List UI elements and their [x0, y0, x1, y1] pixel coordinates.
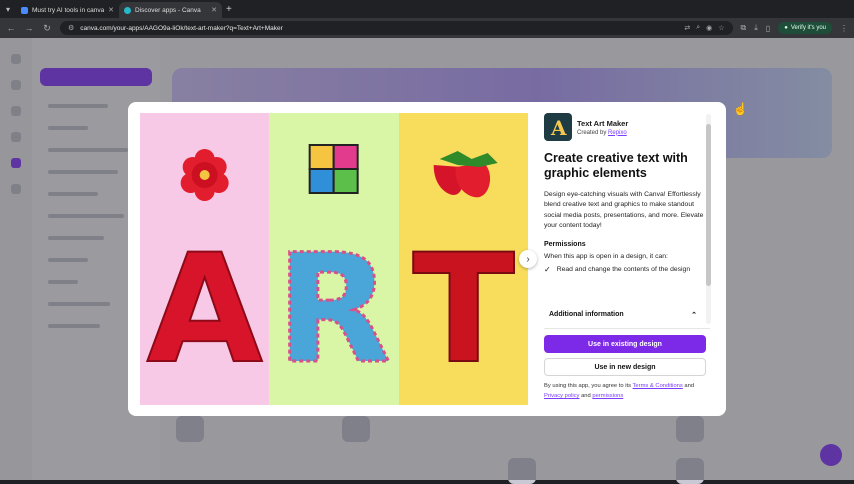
extensions-icon[interactable]: ⧉ — [741, 23, 747, 33]
verify-profile-button[interactable]: ● Verify it's you — [778, 22, 832, 34]
permissions-heading: Permissions — [544, 240, 586, 248]
tab-favicon-icon — [21, 6, 28, 14]
additional-info-label: Additional information — [549, 311, 624, 318]
back-icon[interactable]: ← — [6, 23, 16, 33]
zoom-icon[interactable]: ⌕ — [696, 24, 700, 32]
letter-a: A — [147, 223, 263, 397]
browser-tab-2[interactable]: Discover apps - Canva ✕ — [119, 2, 222, 18]
permission-text: Read and change the contents of the desi… — [556, 265, 691, 273]
url-text[interactable]: canva.com/your-apps/AAGO9a-liOk/text-art… — [80, 25, 678, 32]
letter-r: R — [276, 223, 392, 397]
download-icon[interactable]: ⤓ — [754, 23, 758, 33]
close-tab-icon[interactable]: ✕ — [211, 6, 217, 14]
terms-link[interactable]: Terms & Conditions — [633, 383, 683, 389]
bookmark-star-icon[interactable]: ☆ — [718, 24, 724, 32]
tab-favicon-icon — [124, 6, 131, 14]
puzzle-letter-r-graphic: R — [275, 144, 393, 399]
flower-letter-a-graphic: A — [146, 149, 264, 398]
permissions-intro: When this app is open in a design, it ca… — [544, 252, 668, 260]
permission-item: ✓ Read and change the contents of the de… — [544, 265, 710, 275]
tab-title: Must try AI tools in canva P22 — [32, 6, 105, 14]
sidebar-icon[interactable]: ▯ — [766, 24, 770, 33]
browser-toolbar: ← → ↻ ⚙ canva.com/your-apps/AAGO9a-liOk/… — [0, 18, 854, 38]
browser-tab-bar: ▾ Must try AI tools in canva P22 ✕ Disco… — [0, 0, 854, 18]
close-tab-icon[interactable]: ✕ — [108, 6, 114, 14]
reload-icon[interactable]: ↻ — [42, 23, 52, 34]
preview-panel-r: R — [269, 113, 399, 405]
new-tab-button[interactable]: + — [226, 4, 232, 15]
legal-and: and — [684, 383, 695, 389]
app-preview-image: A R T — [140, 113, 528, 405]
info-scrollbar[interactable] — [706, 114, 711, 324]
menu-icon[interactable]: ⋮ — [840, 24, 848, 33]
legal-text: By using this app, you agree to its Term… — [544, 381, 710, 401]
use-in-new-design-button[interactable]: Use in new design — [544, 358, 706, 376]
strawberry-letter-t-graphic: T — [411, 151, 515, 398]
site-info-icon[interactable]: ⚙ — [68, 24, 74, 32]
chevron-right-icon: › — [526, 253, 530, 265]
created-by-label: Created by — [577, 129, 607, 136]
preview-panel-t: T — [398, 113, 528, 405]
legal-prefix: By using this app, you agree to its — [544, 383, 632, 389]
scrollbar-thumb[interactable] — [706, 124, 711, 286]
app-description: Design eye-catching visuals with Canva! … — [544, 191, 704, 230]
app-header: A Text Art Maker Created by Repixo — [544, 113, 710, 141]
additional-info-toggle[interactable]: Additional information ⌃ — [544, 311, 702, 319]
preview-panel-a: A — [140, 113, 270, 405]
next-slide-button[interactable]: › — [519, 250, 537, 268]
verify-label: Verify it's you — [790, 25, 826, 31]
eye-icon[interactable]: ◉ — [706, 24, 712, 32]
browser-tab-1[interactable]: Must try AI tools in canva P22 ✕ — [16, 2, 119, 18]
app-logo-icon: A — [544, 113, 572, 141]
divider — [544, 328, 710, 329]
letter-t: T — [412, 223, 514, 397]
legal-and: and — [581, 393, 591, 399]
tab-search-icon[interactable]: ▾ — [0, 0, 16, 18]
app-title: Create creative text with graphic elemen… — [544, 151, 688, 180]
privacy-link[interactable]: Privacy policy — [544, 393, 579, 399]
check-icon: ✓ — [544, 264, 551, 274]
translate-icon[interactable]: ⇄ — [684, 24, 690, 32]
creator-link[interactable]: Repixo — [608, 130, 627, 136]
app-info-panel: A Text Art Maker Created by Repixo Creat… — [544, 113, 710, 325]
address-bar[interactable]: ⚙ canva.com/your-apps/AAGO9a-liOk/text-a… — [60, 21, 733, 35]
app-creator: Created by Repixo — [577, 130, 628, 136]
chevron-up-icon: ⌃ — [691, 312, 697, 319]
app-name: Text Art Maker — [577, 118, 629, 128]
hand-cursor-icon: ☝ — [733, 102, 748, 116]
app-details-modal: A R T › A Text Art Maker Created by Repi… — [128, 102, 726, 416]
profile-icon: ● — [784, 25, 788, 31]
tab-title: Discover apps - Canva — [135, 6, 201, 14]
use-in-existing-design-button[interactable]: Use in existing design — [544, 335, 706, 353]
permissions-link[interactable]: permissions — [592, 393, 623, 399]
forward-icon[interactable]: → — [24, 23, 34, 33]
